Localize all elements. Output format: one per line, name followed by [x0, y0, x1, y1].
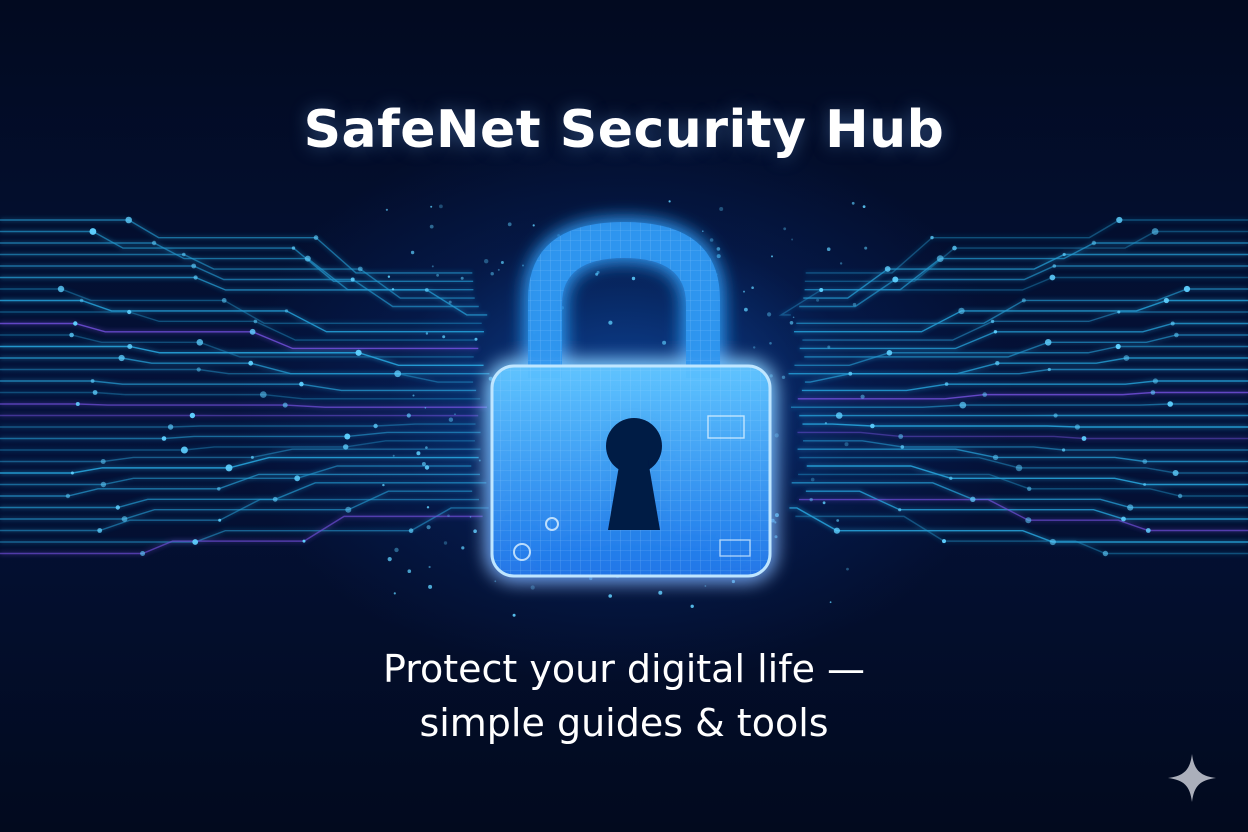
hero-banner: SafeNet Security Hub Protect your digita…	[0, 0, 1248, 832]
tagline-line-2: simple guides & tools	[419, 701, 829, 745]
padlock-icon	[490, 222, 772, 578]
sparkle-icon	[1168, 754, 1216, 802]
tagline-line-1: Protect your digital life —	[382, 647, 866, 691]
page-title: SafeNet Security Hub	[303, 100, 945, 160]
tagline: Protect your digital life — simple guide…	[0, 642, 1248, 750]
